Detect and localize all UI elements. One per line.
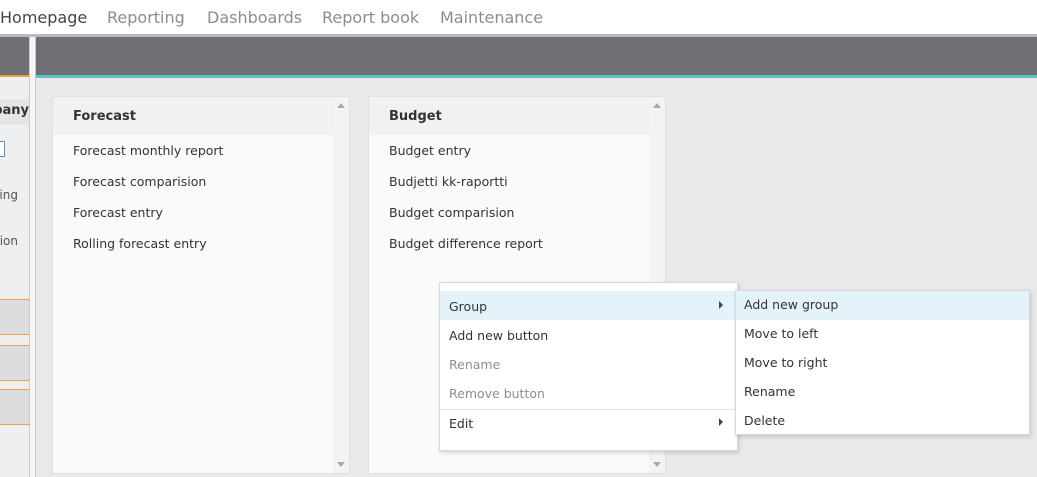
sidebar-item-consolidation-label: Consolidation xyxy=(0,234,18,248)
menu-item-label: Rename xyxy=(449,357,501,372)
submenu-item-label: Rename xyxy=(744,384,796,399)
menu-item-rename[interactable]: Rename xyxy=(440,349,737,378)
panel-header: Budget xyxy=(369,97,651,135)
budget-entry-button[interactable]: Budget entry xyxy=(389,143,471,158)
scroll-up-icon[interactable] xyxy=(337,103,345,108)
submenu-item-label: Delete xyxy=(744,413,786,428)
toolbar-bar xyxy=(36,37,1037,75)
menu-item-label: Group xyxy=(449,299,488,314)
sidebar-button-1[interactable] xyxy=(0,299,29,335)
sidebar-button-2[interactable] xyxy=(0,345,29,381)
submenu-item-label: Add new group xyxy=(744,297,839,312)
panel-title: Budget xyxy=(389,109,442,124)
submenu-arrow-icon xyxy=(719,301,723,309)
sidebar-item-reporting[interactable]: Reporting xyxy=(0,188,18,204)
tab-report-book[interactable]: Report book xyxy=(322,8,419,27)
tab-maintenance[interactable]: Maintenance xyxy=(440,8,543,27)
menu-item-add-new-button[interactable]: Add new button xyxy=(440,320,737,349)
submenu-item-move-to-left[interactable]: Move to left xyxy=(736,320,1029,349)
submenu-item-add-new-group[interactable]: Add new group xyxy=(736,291,1029,320)
menu-item-remove-button[interactable]: Remove button xyxy=(440,378,737,407)
submenu-item-delete[interactable]: Delete xyxy=(736,407,1029,436)
top-navigation: Homepage Reporting Dashboards Report boo… xyxy=(0,0,1037,34)
submenu-item-rename[interactable]: Rename xyxy=(736,378,1029,407)
sidebar-header: Company xyxy=(0,99,29,125)
submenu-item-label: Move to left xyxy=(744,326,819,341)
menu-item-label: Remove button xyxy=(449,386,545,401)
sidebar-select[interactable] xyxy=(0,141,5,157)
submenu-arrow-icon xyxy=(719,418,723,426)
submenu-item-move-to-right[interactable]: Move to right xyxy=(736,349,1029,378)
forecast-monthly-report-button[interactable]: Forecast monthly report xyxy=(73,143,223,158)
tab-homepage[interactable]: Homepage xyxy=(0,8,87,27)
panel-title: Forecast xyxy=(73,109,136,124)
accent-line xyxy=(36,75,1037,78)
sidebar-top-bar xyxy=(0,37,29,75)
sidebar-item-consolidation[interactable]: Consolidation xyxy=(0,234,18,250)
forecast-group-panel: Forecast Forecast monthly report Forecas… xyxy=(52,96,350,474)
forecast-entry-button[interactable]: Forecast entry xyxy=(73,205,163,220)
panel-header: Forecast xyxy=(53,97,335,135)
rolling-forecast-entry-button[interactable]: Rolling forecast entry xyxy=(73,236,207,251)
sidebar-splitter[interactable] xyxy=(29,37,36,477)
tab-reporting[interactable]: Reporting xyxy=(107,8,185,27)
sidebar-button-3[interactable] xyxy=(0,389,29,425)
scroll-up-icon[interactable] xyxy=(653,103,661,108)
budget-comparision-button[interactable]: Budget comparision xyxy=(389,205,514,220)
context-menu: Group Add new button Rename Remove butto… xyxy=(439,282,738,451)
budget-difference-report-button[interactable]: Budget difference report xyxy=(389,236,543,251)
forecast-comparision-button[interactable]: Forecast comparision xyxy=(73,174,206,189)
menu-item-label: Add new button xyxy=(449,328,549,343)
menu-item-group[interactable]: Group xyxy=(440,291,737,320)
submenu-item-label: Move to right xyxy=(744,355,828,370)
sidebar-header-label: Company xyxy=(0,103,29,118)
left-sidebar: Company Reporting Consolidation xyxy=(0,37,29,477)
scroll-down-icon[interactable] xyxy=(337,462,345,467)
tab-dashboards[interactable]: Dashboards xyxy=(207,8,302,27)
menu-item-edit[interactable]: Edit xyxy=(440,408,737,437)
menu-item-label: Edit xyxy=(449,416,474,431)
panel-body: Forecast monthly report Forecast compari… xyxy=(53,135,335,473)
scroll-down-icon[interactable] xyxy=(653,462,661,467)
budjetti-kk-raportti-button[interactable]: Budjetti kk-raportti xyxy=(389,174,508,189)
group-submenu: Add new group Move to left Move to right… xyxy=(735,290,1030,435)
sidebar-item-reporting-label: Reporting xyxy=(0,188,18,202)
panel-scrollbar[interactable] xyxy=(333,97,349,473)
sidebar-accent-line xyxy=(0,75,29,77)
